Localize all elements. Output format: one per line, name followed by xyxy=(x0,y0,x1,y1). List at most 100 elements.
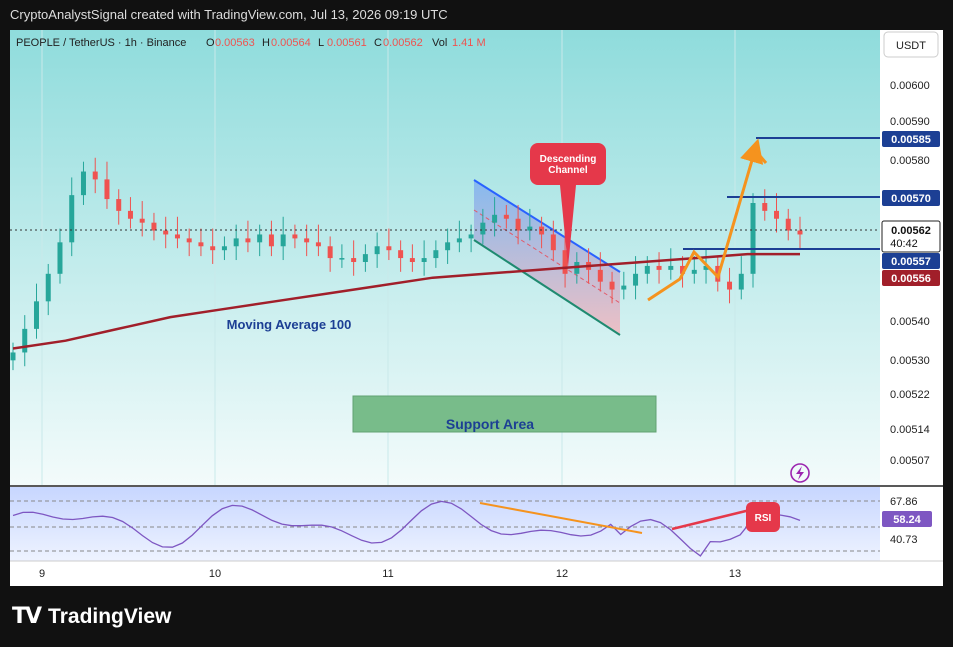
candle-body xyxy=(139,218,145,223)
time-ticks: 9 10 11 12 13 xyxy=(39,568,741,580)
candle-body xyxy=(433,250,439,259)
price-tick: 0.00600 xyxy=(890,80,930,92)
candle-body xyxy=(198,242,204,247)
callout-line-1: Descending xyxy=(540,154,597,165)
candle-body xyxy=(362,254,368,262)
rsi-current-text: 58.24 xyxy=(893,514,921,526)
chart-panel[interactable]: Support Area Moving Average 100 Descendi… xyxy=(10,30,943,586)
legend-o-label: O xyxy=(206,37,215,49)
currency-button[interactable]: USDT xyxy=(883,31,939,58)
candle-body xyxy=(245,238,251,243)
candle-body xyxy=(633,273,639,286)
badge-ma-text: 0.00556 xyxy=(891,273,931,285)
legend-c-label: C xyxy=(374,37,382,49)
candle-body xyxy=(738,273,744,290)
candle-body xyxy=(210,246,216,251)
chart-canvas[interactable]: Support Area Moving Average 100 Descendi… xyxy=(10,30,943,586)
candle-body xyxy=(691,269,697,274)
rsi-callout-label: RSI xyxy=(755,513,772,524)
badge-570-text: 0.00570 xyxy=(891,193,931,205)
candle-body xyxy=(539,226,545,235)
candle-body xyxy=(116,199,122,211)
candle-body xyxy=(69,195,75,243)
candle-body xyxy=(80,171,86,196)
candle-body xyxy=(374,246,380,255)
candle-body xyxy=(92,171,98,180)
candle-body xyxy=(268,234,274,247)
candle-body xyxy=(398,250,404,259)
candle-body xyxy=(386,246,392,251)
legend-o-value: 0.00563 xyxy=(215,37,255,49)
price-tick: 0.00580 xyxy=(890,155,930,167)
price-tick: 0.00514 xyxy=(890,424,930,436)
candle-body xyxy=(163,230,169,235)
price-tick: 0.00540 xyxy=(890,316,930,328)
candle-body xyxy=(480,222,486,235)
candle-body xyxy=(233,238,239,247)
time-tick: 13 xyxy=(729,568,741,580)
rsi-callout: RSI xyxy=(746,502,780,532)
legend-l-label: L xyxy=(318,37,324,49)
price-tick: 0.00530 xyxy=(890,355,930,367)
candle-body xyxy=(609,281,615,290)
price-tick: 0.00590 xyxy=(890,116,930,128)
candle-body xyxy=(750,203,756,274)
candle-body xyxy=(774,210,780,219)
candle-body xyxy=(221,246,227,251)
time-tick: 10 xyxy=(209,568,221,580)
attribution-bar: CryptoAnalystSignal created with Trading… xyxy=(0,0,953,30)
candle-body xyxy=(727,281,733,290)
time-tick: 12 xyxy=(556,568,568,580)
candle-body xyxy=(456,238,462,243)
candle-body xyxy=(468,234,474,239)
candle-body xyxy=(550,234,556,251)
candle-body xyxy=(785,218,791,231)
candle-body xyxy=(797,230,803,235)
candle-body xyxy=(10,352,16,361)
tradingview-logo[interactable]: TV TradingView xyxy=(12,604,171,629)
time-tick: 11 xyxy=(382,568,393,580)
candle-body xyxy=(597,269,603,282)
candle-body xyxy=(644,265,650,274)
candle-body xyxy=(762,203,768,211)
candle-body xyxy=(503,214,509,219)
rsi-tick-lower: 40.73 xyxy=(890,534,918,546)
currency-label: USDT xyxy=(896,40,926,52)
candle-body xyxy=(104,179,110,200)
badge-557-text: 0.00557 xyxy=(891,256,931,268)
legend-vol-value: 1.41 M xyxy=(452,37,486,49)
candle-body xyxy=(292,234,298,239)
brand-name: TradingView xyxy=(48,604,172,628)
candle-body xyxy=(656,265,662,270)
legend-h-value: 0.00564 xyxy=(271,37,311,49)
price-tick: 0.00507 xyxy=(890,455,930,467)
candle-body xyxy=(45,273,51,302)
candle-body xyxy=(304,238,310,243)
candle-body xyxy=(668,265,674,270)
ma-label: Moving Average 100 xyxy=(227,317,352,332)
tradingview-mark-icon: TV xyxy=(12,604,42,629)
candle-body xyxy=(127,210,133,219)
candle-body xyxy=(327,246,333,259)
badge-countdown-text: 40:42 xyxy=(890,238,918,250)
ohlc-legend: PEOPLE / TetherUS · 1h · Binance O 0.005… xyxy=(16,37,486,49)
candle-body xyxy=(57,242,63,274)
candle-body xyxy=(33,301,39,329)
candle-body xyxy=(621,285,627,290)
badge-585-text: 0.00585 xyxy=(891,134,931,146)
legend-symbol: PEOPLE / TetherUS · 1h · Binance xyxy=(16,37,186,49)
legend-vol-label: Vol xyxy=(432,37,447,49)
time-tick: 9 xyxy=(39,568,45,580)
candle-body xyxy=(280,234,286,247)
candle-body xyxy=(445,242,451,251)
legend-h-label: H xyxy=(262,37,270,49)
candle-body xyxy=(421,258,427,262)
support-area-label: Support Area xyxy=(446,416,534,432)
footer-bar: TV TradingView xyxy=(0,590,953,647)
candle-body xyxy=(186,238,192,243)
candle-body xyxy=(409,258,415,262)
candle-body xyxy=(315,242,321,247)
candle-body xyxy=(257,234,263,243)
candle-body xyxy=(174,234,180,239)
legend-c-value: 0.00562 xyxy=(383,37,423,49)
